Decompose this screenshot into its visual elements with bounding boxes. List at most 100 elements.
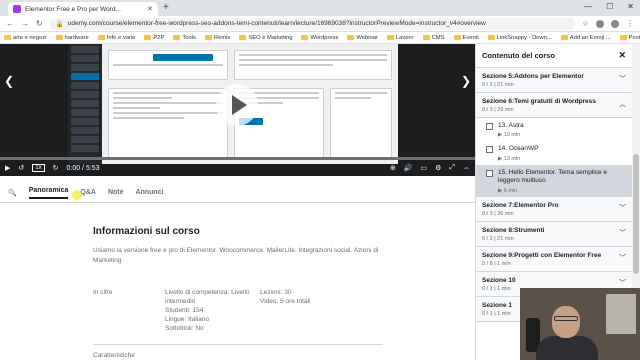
folder-icon: [239, 35, 247, 40]
course-languages: Lingue: Italiano: [165, 316, 210, 324]
bookmark-item[interactable]: SEO e Marketing: [239, 35, 292, 41]
bookmark-item[interactable]: Tools: [173, 35, 196, 41]
course-section[interactable]: Sezione 8:Strumenti 0 / 2 | 21 min ﹀: [476, 221, 632, 247]
bookmark-label: arte e negozi: [13, 34, 47, 41]
webcam-overlay: [520, 288, 640, 360]
bookmark-item[interactable]: Remix: [204, 35, 230, 41]
tab-announcements[interactable]: Annunci: [136, 189, 164, 196]
bookmark-item[interactable]: P2P: [144, 35, 164, 41]
play-small-icon[interactable]: ▶: [5, 164, 10, 172]
folder-icon: [204, 35, 212, 40]
bookmark-label: PostPickr - Pianora...: [628, 34, 640, 41]
bookmark-icon[interactable]: ⊕: [390, 164, 396, 172]
previous-lecture-icon[interactable]: ❮: [4, 74, 14, 88]
lesson-item[interactable]: 15. Hello Elementor. Tema semplice e leg…: [476, 164, 632, 197]
star-icon[interactable]: ☆: [582, 19, 589, 28]
tab-overview[interactable]: Panoramica: [28, 187, 69, 199]
captions-icon[interactable]: ▭: [420, 164, 427, 172]
fullscreen-icon[interactable]: ⤢: [449, 164, 455, 172]
bookmark-label: hardware: [64, 34, 89, 41]
new-tab-icon[interactable]: +: [163, 2, 169, 13]
figures-label: In cifre: [93, 289, 113, 296]
sidebar-title: Contenuto del corso: [482, 51, 555, 60]
next-lecture-icon[interactable]: ❯: [461, 74, 471, 88]
bookmark-item[interactable]: Webinar: [347, 34, 378, 41]
forward-icon[interactable]: →: [21, 19, 29, 28]
lesson-item[interactable]: 14. OceanWP ▶ 13 min: [476, 141, 632, 165]
close-window-icon[interactable]: ✕: [627, 2, 634, 11]
settings-icon[interactable]: ⚙: [435, 164, 441, 172]
reload-icon[interactable]: ↻: [36, 19, 43, 28]
divider: [93, 344, 383, 345]
section-title: Sezione 9:Progetti con Elementor Free: [482, 251, 602, 259]
bookmark-item[interactable]: Eventi: [453, 35, 479, 41]
course-subtitles: Sottotitoli: No: [165, 325, 204, 333]
playback-speed[interactable]: 1x: [32, 164, 45, 172]
window-controls: — ☐ ✕: [584, 2, 634, 11]
course-section[interactable]: Sezione 9:Progetti con Elementor Free 0 /…: [476, 246, 632, 272]
play-icon[interactable]: [216, 84, 258, 126]
lesson-checkbox[interactable]: [486, 169, 493, 177]
bookmark-item[interactable]: Info e varie: [97, 34, 136, 41]
lock-icon: 🔒: [55, 20, 64, 28]
rewind-icon[interactable]: ↺: [18, 164, 24, 172]
sidebar-header: Contenuto del corso ✕: [476, 44, 632, 68]
course-section[interactable]: Sezione 7:Elementor Pro 0 / 3 | 36 min ﹀: [476, 196, 632, 222]
scrollbar-thumb[interactable]: [633, 154, 639, 274]
bookmark-item[interactable]: arte e negozi: [4, 35, 47, 41]
presenter-glasses: [554, 316, 578, 321]
expand-icon[interactable]: ⇔: [463, 165, 470, 172]
chevron-up-icon[interactable]: ︿: [619, 99, 626, 109]
lesson-checkbox[interactable]: [486, 123, 493, 130]
close-sidebar-icon[interactable]: ✕: [618, 50, 626, 61]
back-icon[interactable]: ←: [6, 19, 14, 28]
course-students: Studenti: 154: [165, 307, 204, 315]
minimize-icon[interactable]: —: [584, 2, 592, 11]
folder-icon: [97, 35, 105, 40]
volume-icon[interactable]: 🔊: [404, 164, 413, 172]
browser-tab[interactable]: Elementor Free e Pro per Word... ✕: [8, 2, 158, 16]
chevron-down-icon[interactable]: ﹀: [619, 203, 626, 213]
bookmark-item[interactable]: Add an Emoji ...: [560, 35, 611, 41]
tab-notes[interactable]: Note: [108, 189, 124, 196]
url-text: udemy.com/course/elementor-free-wordpres…: [67, 20, 486, 27]
browser-tab-strip: Elementor Free e Pro per Word... ✕ + — ☐…: [0, 0, 640, 16]
course-level: Livello di competenza: Livello intermedi…: [165, 289, 250, 306]
bookmark-item[interactable]: PostPickr - Pianora...: [619, 34, 640, 41]
menu-dots-icon[interactable]: ⋮: [626, 19, 634, 28]
chevron-down-icon[interactable]: ﹀: [619, 74, 626, 84]
tab-qa[interactable]: Q&A: [80, 189, 96, 196]
search-icon[interactable]: 🔍: [8, 189, 17, 197]
lesson-item[interactable]: 13. Astra ▶ 10 min: [476, 118, 632, 142]
sections-list: Sezione 5:Addons per Elementor 0 / 2 | 21…: [476, 68, 632, 322]
url-field[interactable]: 🔒 udemy.com/course/elementor-free-wordpr…: [49, 17, 575, 30]
folder-icon: [619, 35, 627, 40]
close-tab-icon[interactable]: ✕: [147, 5, 153, 13]
course-section[interactable]: Sezione 5:Addons per Elementor 0 / 2 | 21…: [476, 68, 632, 93]
bookmark-label: Webinar: [356, 34, 378, 41]
chevron-down-icon[interactable]: ﹀: [619, 278, 626, 288]
course-info-heading: Informazioni sul corso: [93, 226, 200, 237]
bookmark-item[interactable]: CMS: [422, 35, 445, 41]
lesson-title: 14. OceanWP: [498, 145, 539, 153]
bookmark-item[interactable]: Lavoro: [386, 35, 414, 41]
bookmark-item[interactable]: hardware: [55, 34, 89, 41]
course-section[interactable]: Sezione 6:Temi gratuiti di Wordpress 0 / …: [476, 93, 632, 118]
bookmark-item[interactable]: Wordpress: [301, 35, 338, 41]
folder-icon: [347, 35, 355, 40]
wp-admin-sidebar: [68, 44, 102, 164]
bookmark-label: Info e varie: [106, 34, 136, 41]
profile-avatar-icon[interactable]: [611, 19, 619, 28]
chevron-down-icon[interactable]: ﹀: [619, 253, 626, 263]
extension-icon[interactable]: [596, 19, 604, 28]
folder-icon: [487, 35, 495, 40]
forward-icon[interactable]: ↻: [53, 164, 59, 172]
features-label: Caratteristiche: [93, 352, 135, 359]
video-player[interactable]: ❮ ❯ ▶ ↺ 1x ↻ 0:00 / 5:53 ⊕ 🔊 ▭ ⚙ ⤢ ⇔: [0, 44, 475, 176]
maximize-icon[interactable]: ☐: [606, 2, 613, 11]
chevron-down-icon[interactable]: ﹀: [619, 228, 626, 238]
folder-icon: [386, 35, 394, 40]
folder-icon: [453, 35, 461, 40]
lesson-checkbox[interactable]: [486, 146, 493, 154]
bookmark-item[interactable]: LinkSnappy - Down...: [487, 35, 552, 41]
